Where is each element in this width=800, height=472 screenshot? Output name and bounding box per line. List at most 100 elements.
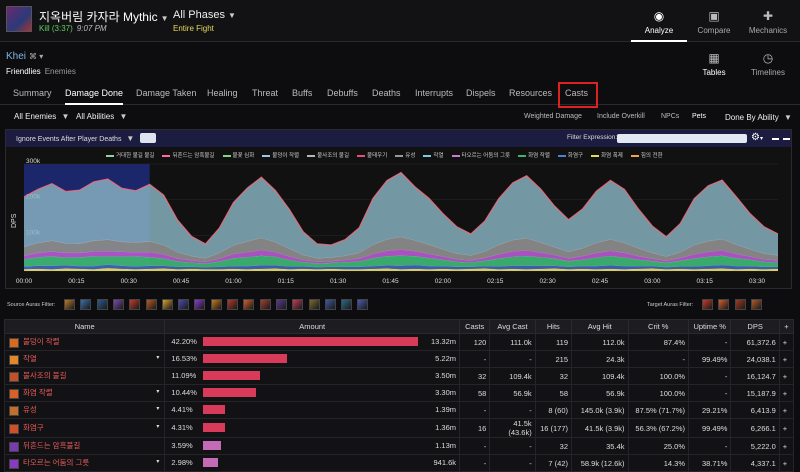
ability-name[interactable]: 작열	[3, 350, 166, 368]
add-icon[interactable]: +	[778, 454, 795, 472]
ability-name[interactable]: 화염 작렬	[3, 384, 166, 402]
source-aura-icon[interactable]	[96, 299, 108, 310]
col-amount[interactable]: Amount	[164, 319, 461, 334]
col-casts[interactable]: Casts	[459, 319, 491, 334]
tab-healing[interactable]: Healing	[207, 83, 238, 105]
tab-deaths[interactable]: Deaths	[372, 83, 401, 105]
table-row[interactable]: 유성 4.41% 1.39m ▾ - -8 (60) 145.0k (3.9k) 87.5% …	[3, 401, 795, 419]
source-aura-icon[interactable]	[194, 299, 206, 310]
col-hits[interactable]: Hits	[534, 319, 573, 334]
source-aura-icon[interactable]	[324, 299, 336, 310]
enemies-toggle[interactable]: Enemies	[45, 67, 76, 76]
target-aura-icon[interactable]	[750, 299, 762, 310]
add-icon[interactable]: +	[778, 333, 795, 351]
target-aura-icon[interactable]	[718, 299, 730, 310]
tab-debuffs[interactable]: Debuffs	[327, 83, 358, 105]
highlight-box	[558, 82, 598, 108]
expand-icon[interactable]: ▾	[156, 423, 159, 430]
add-icon[interactable]: +	[778, 418, 795, 438]
col-dps[interactable]: DPS	[730, 319, 780, 334]
target-aura-icon[interactable]	[734, 299, 746, 310]
source-aura-icon[interactable]	[64, 299, 75, 310]
phase-selector[interactable]: All Phases ▼	[173, 9, 236, 21]
table-row[interactable]: 불덩이 작렬 42.20% 13.32m 120 111.0k 119 112.0k 87.4…	[3, 333, 795, 351]
tab-buffs[interactable]: Buffs	[292, 83, 312, 105]
add-icon[interactable]: +	[778, 384, 795, 402]
expand-icon[interactable]: ▾	[156, 388, 159, 395]
source-aura-icon[interactable]	[145, 299, 157, 310]
source-aura-icon[interactable]	[129, 299, 141, 310]
col-add[interactable]: +	[778, 319, 795, 334]
damage-bar	[203, 441, 222, 450]
source-aura-icon[interactable]	[292, 299, 304, 310]
source-aura-icon[interactable]	[243, 299, 255, 310]
tab-summary[interactable]: Summary	[13, 83, 52, 105]
done-by-dropdown[interactable]: Done By Ability ▼	[725, 113, 792, 122]
add-icon[interactable]: +	[778, 367, 795, 385]
col-crit[interactable]: Crit %	[627, 319, 690, 334]
boss-selector[interactable]: 지옥버림 카자라 Mythic ▼	[39, 8, 169, 25]
source-aura-icon[interactable]	[341, 299, 353, 310]
grid-icon: ▦	[708, 51, 720, 65]
source-aura-icon[interactable]	[112, 299, 124, 310]
expand-icon[interactable]: ▾	[156, 458, 159, 465]
nav-analyze[interactable]: ◉ Analyze	[631, 0, 687, 42]
view-timelines[interactable]: ◷ Timelines	[740, 42, 796, 84]
table-row[interactable]: 타오르는 어둠의 그릇 2.98% 941.6k ▾ - -7 (42) 58.9k (12…	[3, 454, 795, 472]
col-avg-hit[interactable]: Avg Hit	[571, 319, 629, 334]
weighted-damage-toggle[interactable]: Weighted Damage	[524, 113, 582, 120]
target-aura-icon[interactable]	[702, 299, 713, 310]
view-tables[interactable]: ▦ Tables	[686, 42, 742, 84]
tab-dispels[interactable]: Dispels	[466, 83, 496, 105]
table-row[interactable]: 작열 16.53% 5.22m ▾ - -215 24.3k -99.49% 24,038.1 +	[3, 350, 795, 368]
friendlies-toggle[interactable]: Friendlies Enemies	[6, 67, 76, 76]
source-aura-icon[interactable]	[357, 299, 369, 310]
damage-amount: 1.13m	[435, 441, 457, 450]
ability-name[interactable]: 화염구	[3, 418, 166, 438]
add-icon[interactable]: +	[778, 401, 795, 419]
col-uptime[interactable]: Uptime %	[688, 319, 732, 334]
source-aura-icon[interactable]	[308, 299, 320, 310]
ability-name[interactable]: 타오르는 어둠의 그릇	[3, 454, 166, 472]
tab-threat[interactable]: Threat	[252, 83, 278, 105]
source-aura-icon[interactable]	[227, 299, 238, 310]
source-aura-icon[interactable]	[259, 299, 271, 310]
col-name[interactable]: Name	[3, 319, 166, 334]
table-row[interactable]: 뒤흔드는 암흑불길 3.59% 1.13m - -32 35.4k 25.0% -5,222.…	[3, 437, 795, 455]
ability-name[interactable]: 불사조의 불길	[3, 367, 166, 385]
tab-damage-done[interactable]: Damage Done	[65, 83, 124, 105]
damage-percent: 4.31%	[171, 423, 193, 432]
source-aura-icon[interactable]	[80, 299, 92, 310]
enemies-dropdown[interactable]: All Enemies ▼	[14, 112, 69, 121]
expand-icon[interactable]: ▾	[156, 354, 159, 361]
col-avg-cast[interactable]: Avg Cast	[489, 319, 536, 334]
player-selector[interactable]: Khei ⌘ ▾	[6, 51, 43, 62]
source-aura-icon[interactable]	[178, 299, 190, 310]
table-row[interactable]: 불사조의 불길 11.09% 3.50m 32 109.4k 32 109.4k 100.0%…	[3, 367, 795, 385]
ability-name[interactable]: 불덩이 작렬	[3, 333, 166, 351]
damage-percent: 2.98%	[171, 458, 193, 467]
dps-cell: 15,187.9	[730, 384, 780, 402]
add-icon[interactable]: +	[778, 350, 795, 368]
tab-interrupts[interactable]: Interrupts	[415, 83, 453, 105]
add-icon[interactable]: +	[778, 437, 795, 455]
source-aura-icon[interactable]	[161, 299, 173, 310]
source-aura-icon[interactable]	[275, 299, 287, 310]
table-row[interactable]: 화염 작렬 10.44% 3.30m ▾ 58 56.9k 58 56.9k 100.0% -15…	[3, 384, 795, 402]
x-tick-label: 00:45	[173, 278, 190, 285]
nav-mechanics[interactable]: ✚ Mechanics	[740, 0, 796, 42]
table-row[interactable]: 화염구 4.31% 1.36m ▾ 16 41.5k (43.6k) 16 (177) 41.…	[3, 418, 795, 438]
nav-compare[interactable]: ▣ Compare	[686, 0, 742, 42]
include-overkill-toggle[interactable]: Include Overkill	[597, 113, 645, 120]
ability-name[interactable]: 뒤흔드는 암흑불길	[3, 437, 166, 455]
dps-cell: 16,124.7	[730, 367, 780, 385]
ability-name[interactable]: 유성	[3, 401, 166, 419]
tab-resources[interactable]: Resources	[509, 83, 552, 105]
npcs-toggle[interactable]: NPCs	[661, 113, 679, 120]
pets-toggle[interactable]: Pets	[692, 113, 706, 120]
expand-icon[interactable]: ▾	[156, 405, 159, 412]
source-aura-icon[interactable]	[210, 299, 222, 310]
abilities-dropdown[interactable]: All Abilities ▼	[76, 112, 127, 121]
tab-damage-taken[interactable]: Damage Taken	[136, 83, 196, 105]
dps-area-chart[interactable]: 0k100k200k300kDPS00:0000:1500:3000:4501:…	[6, 130, 791, 288]
